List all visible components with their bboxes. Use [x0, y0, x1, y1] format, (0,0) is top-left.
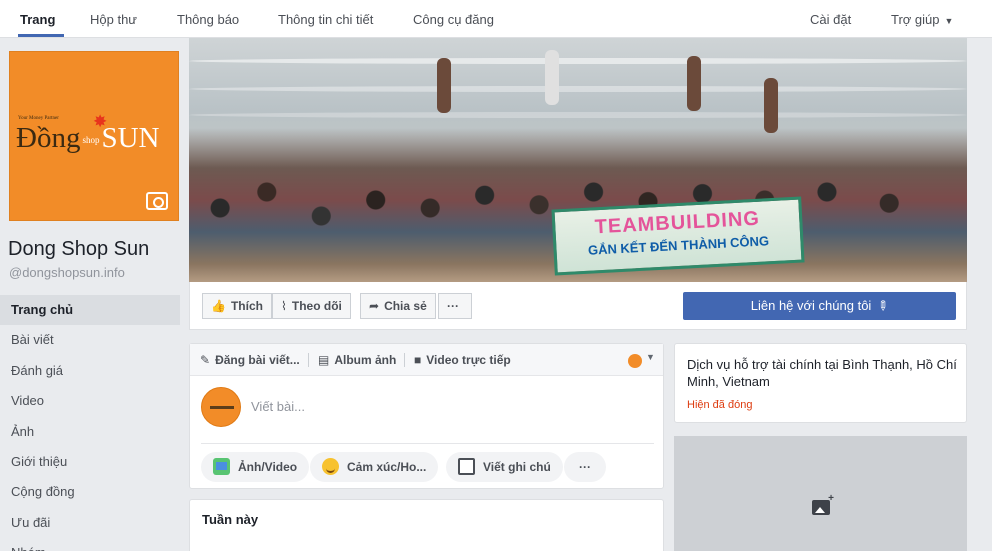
post-composer: ✎ Đăng bài viết... ▤ Album ảnh ■ Video trực… — [189, 343, 664, 489]
tab-cong-cu-dang[interactable]: Công cụ đăng — [413, 12, 494, 27]
settings-link[interactable]: Cài đặt — [810, 12, 851, 27]
logo-wordmark: Đồng ✸ shopSUN — [16, 112, 160, 155]
like-button[interactable]: 👍 Thích — [202, 293, 272, 319]
share-button[interactable]: ➦ Chia sẻ — [360, 293, 436, 319]
share-arrow-icon: ➦ — [369, 299, 380, 313]
follow-label: Theo dõi — [291, 299, 342, 313]
active-tab-indicator — [18, 34, 64, 37]
smiley-icon — [322, 458, 339, 476]
write-note-label: Viết ghi chú — [483, 460, 551, 474]
composer-tab-album-label: Album ảnh — [334, 353, 397, 367]
teambuilding-banner: TEAMBUILDING GẮN KẾT ĐẾN THÀNH CÔNG — [551, 196, 805, 276]
follow-button[interactable]: ⌇ Theo dõi — [272, 293, 351, 319]
rss-icon: ⌇ — [281, 299, 287, 313]
nav-item-video[interactable]: Video — [0, 386, 180, 416]
more-label: ··· — [447, 299, 459, 313]
feeling-activity-button[interactable]: Cảm xúc/Ho... — [310, 452, 439, 482]
contact-us-label: Liên hệ với chúng tôi — [750, 298, 872, 313]
tab-hop-thu[interactable]: Hộp thư — [90, 12, 137, 27]
nav-item-nhom[interactable]: Nhóm — [0, 538, 180, 551]
sun-icon: ✸ — [93, 112, 108, 131]
photo-video-label: Ảnh/Video — [238, 460, 298, 474]
tab-trang[interactable]: Trang — [20, 12, 55, 27]
this-week-card: Tuần này — [189, 499, 664, 551]
profile-picture[interactable]: Your Money Partner Đồng ✸ shopSUN — [9, 51, 179, 221]
composer-more-label: ··· — [579, 460, 591, 474]
write-post-input[interactable]: Viết bài... — [251, 399, 305, 414]
page-name[interactable]: Dong Shop Sun — [8, 238, 149, 261]
nav-item-uu-dai[interactable]: Ưu đãi — [0, 508, 180, 538]
wave-decoration — [189, 112, 967, 118]
note-icon — [458, 458, 475, 476]
like-label: Thích — [230, 299, 263, 313]
caret-down-icon[interactable]: ▼ — [646, 352, 655, 362]
write-note-button[interactable]: Viết ghi chú — [446, 452, 563, 482]
more-options-button[interactable]: ··· — [438, 293, 472, 319]
contact-us-button[interactable]: Liên hệ với chúng tôi ✎ — [683, 292, 956, 320]
audience-avatar[interactable] — [628, 354, 642, 368]
camera-icon[interactable] — [146, 192, 168, 210]
tab-separator — [308, 353, 309, 367]
video-camera-icon: ■ — [414, 353, 422, 367]
thumbs-up-icon: 👍 — [211, 299, 226, 313]
logo-word-shop: shop — [82, 135, 100, 146]
composer-more-button[interactable]: ··· — [564, 452, 606, 482]
tab-separator — [404, 353, 405, 367]
composer-tabs: ✎ Đăng bài viết... ▤ Album ảnh ■ Video trực… — [190, 344, 663, 376]
help-menu[interactable]: Trợ giúp ▼ — [891, 12, 953, 27]
business-category[interactable]: Dịch vụ hỗ trợ tài chính tại Bình Thạnh,… — [687, 356, 957, 390]
jumping-person — [545, 50, 559, 105]
composer-tab-post[interactable]: ✎ Đăng bài viết... — [200, 353, 300, 367]
pencil-icon: ✎ — [200, 353, 211, 367]
nav-item-danh-gia[interactable]: Đánh giá — [0, 356, 180, 386]
logo-word-sun: SUN — [101, 122, 160, 154]
page-top-nav: Trang Hộp thư Thông báo Thông tin chi ti… — [0, 0, 992, 38]
about-card: Dịch vụ hỗ trợ tài chính tại Bình Thạnh,… — [674, 343, 967, 423]
cover-photo[interactable]: TEAMBUILDING GẮN KẾT ĐẾN THÀNH CÔNG — [189, 38, 967, 282]
add-photo-icon[interactable] — [812, 493, 834, 515]
logo-word-dong: Đồng — [16, 122, 81, 154]
pencil-icon: ✎ — [873, 296, 893, 315]
jumping-person — [437, 58, 451, 113]
photo-placeholder-card[interactable] — [674, 436, 967, 551]
open-status: Hiện đã đóng — [687, 399, 753, 411]
composer-tab-post-label: Đăng bài viết... — [215, 353, 300, 367]
composer-tab-live-label: Video trực tiếp — [426, 353, 511, 367]
left-nav: Trang chủ Bài viết Đánh giá Video Ảnh Gi… — [0, 295, 180, 551]
this-week-title: Tuần này — [202, 512, 259, 527]
share-label: Chia sẻ — [384, 299, 427, 313]
composer-divider — [201, 443, 654, 444]
help-label: Trợ giúp — [891, 12, 940, 27]
left-column: Your Money Partner Đồng ✸ shopSUN Dong Sho… — [0, 38, 180, 551]
composer-tab-album[interactable]: ▤ Album ảnh — [318, 353, 396, 367]
wave-decoration — [189, 58, 967, 64]
album-icon: ▤ — [318, 353, 330, 367]
nav-item-bai-viet[interactable]: Bài viết — [0, 325, 180, 355]
nav-item-cong-dong[interactable]: Cộng đồng — [0, 477, 180, 507]
page-username[interactable]: @dongshopsun.info — [9, 265, 125, 280]
photo-video-button[interactable]: Ảnh/Video — [201, 452, 310, 482]
photo-icon — [213, 458, 230, 476]
nav-item-gioi-thieu[interactable]: Giới thiệu — [0, 447, 180, 477]
logo-tagline: Your Money Partner — [18, 116, 59, 121]
nav-item-trang-chu[interactable]: Trang chủ — [0, 295, 180, 326]
tab-thong-tin-chi-tiet[interactable]: Thông tin chi tiết — [278, 12, 373, 27]
jumping-person — [687, 56, 701, 111]
composer-tab-live-video[interactable]: ■ Video trực tiếp — [414, 353, 511, 367]
nav-item-anh[interactable]: Ảnh — [0, 417, 180, 447]
page-action-bar: 👍 Thích ⌇ Theo dõi ➦ Chia sẻ ··· Liên hệ vớ… — [189, 282, 967, 330]
feeling-label: Cảm xúc/Ho... — [347, 460, 427, 474]
page-avatar — [201, 387, 241, 427]
tab-thong-bao[interactable]: Thông báo — [177, 12, 239, 27]
jumping-person — [764, 78, 778, 133]
wave-decoration — [189, 86, 967, 92]
caret-down-icon: ▼ — [944, 16, 954, 26]
page-right-margin — [978, 38, 992, 551]
